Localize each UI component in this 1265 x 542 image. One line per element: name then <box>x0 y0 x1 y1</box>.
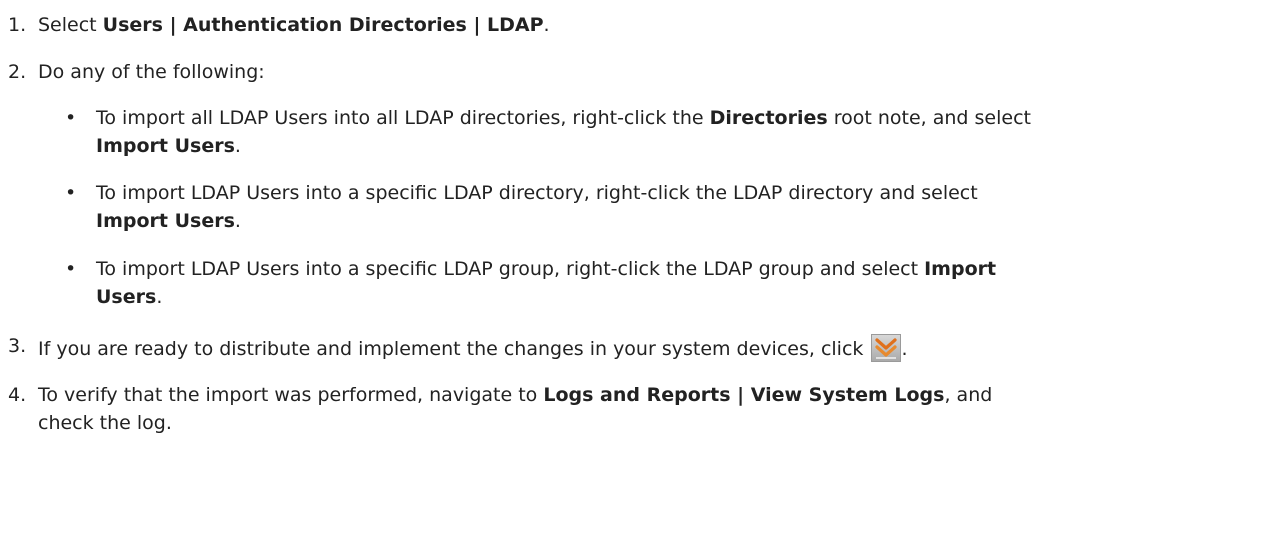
bullet-2-import-users: Import Users <box>96 210 235 232</box>
bullet-3-line-2: Users. <box>96 285 162 309</box>
bullet-1-directories: Directories <box>709 107 828 129</box>
bullet-3-line-1: To import LDAP Users into a specific LDA… <box>96 257 996 281</box>
step-1-text: Select <box>38 14 103 36</box>
bullet-3-text: To import LDAP Users into a specific LDA… <box>96 258 925 280</box>
step-3-text: If you are ready to distribute and imple… <box>38 338 870 360</box>
step-3: If you are ready to distribute and imple… <box>38 334 907 362</box>
bullet-1-import-users: Import Users <box>96 135 235 157</box>
bullet-1-text-mid: root note, and select <box>827 107 1031 129</box>
bullet-3-period: . <box>156 286 163 308</box>
step-1-period: . <box>543 14 550 36</box>
bullet-1-line-2: Import Users. <box>96 134 241 158</box>
bullet-2-line-1: To import LDAP Users into a specific LDA… <box>96 182 978 204</box>
step-1-number: 1. <box>8 14 27 36</box>
bullet-2-symbol: • <box>65 182 77 204</box>
bullet-2-period: . <box>234 210 241 232</box>
step-4-text: To verify that the import was performed,… <box>38 384 544 406</box>
step-4-menu-path: Logs and Reports | View System Logs <box>543 384 945 406</box>
step-3-period: . <box>901 338 908 360</box>
step-2: Do any of the following: <box>38 61 265 83</box>
step-4-number: 4. <box>8 384 27 406</box>
instructions-document: 1. Select Users | Authentication Directo… <box>0 0 1265 542</box>
step-3-number: 3. <box>8 335 27 357</box>
step-4-line-2: check the log. <box>38 412 172 434</box>
bullet-1-text: To import all LDAP Users into all LDAP d… <box>96 107 710 129</box>
step-4-line-1: To verify that the import was performed,… <box>38 383 992 407</box>
bullet-1-period: . <box>234 135 241 157</box>
bullet-2-line-2: Import Users. <box>96 209 241 233</box>
bullet-3-import: Import <box>924 258 997 280</box>
step-4-text-end: , and <box>944 384 993 406</box>
bullet-3-symbol: • <box>65 258 77 280</box>
bullet-3-users: Users <box>96 286 157 308</box>
step-1-menu-path: Users | Authentication Directories | LDA… <box>102 14 544 36</box>
bullet-1-symbol: • <box>65 107 77 129</box>
step-2-number: 2. <box>8 61 27 83</box>
deploy-changes-icon[interactable] <box>871 334 902 362</box>
step-1: Select Users | Authentication Directorie… <box>38 13 550 37</box>
bullet-1-line-1: To import all LDAP Users into all LDAP d… <box>96 106 1031 130</box>
